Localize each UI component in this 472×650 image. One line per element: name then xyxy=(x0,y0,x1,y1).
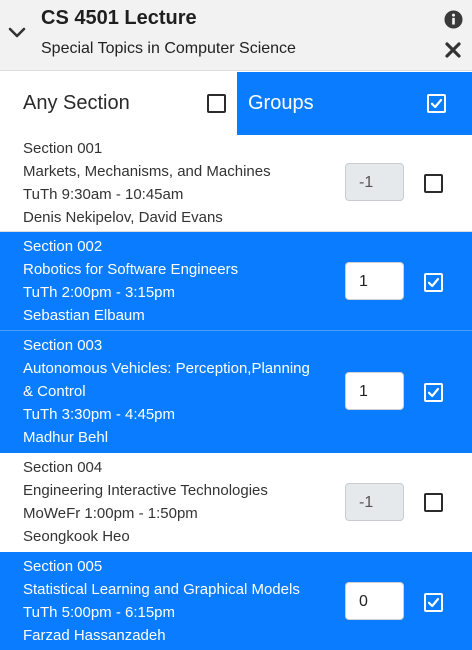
checkbox-unchecked-icon[interactable] xyxy=(424,493,443,512)
any-section-label: Any Section xyxy=(23,92,130,114)
row-divider xyxy=(0,330,472,331)
section-topic-line1: Autonomous Vehicles: Perception,Planning xyxy=(23,360,310,377)
course-header: CS 4501 Lecture Special Topics in Comput… xyxy=(0,0,472,71)
checkbox-checked-icon[interactable] xyxy=(424,593,443,612)
checkbox-checked-icon[interactable] xyxy=(424,273,443,292)
section-topic: Robotics for Software Engineers xyxy=(23,261,239,278)
info-icon[interactable] xyxy=(444,10,463,29)
section-instructors: Sebastian Elbaum xyxy=(23,307,145,324)
section-instructors: Madhur Behl xyxy=(23,429,109,446)
section-time: TuTh 9:30am - 10:45am xyxy=(23,186,184,203)
section-count-input[interactable]: 0 xyxy=(345,582,404,620)
section-time: MoWeFr 1:00pm - 1:50pm xyxy=(23,505,198,522)
checkbox-unchecked-icon[interactable] xyxy=(207,94,226,113)
section-topic: Engineering Interactive Technologies xyxy=(23,482,268,499)
section-topic: Markets, Mechanisms, and Machines xyxy=(23,163,271,180)
section-name: Section 004 xyxy=(23,459,103,476)
filter-row: Any Section Groups xyxy=(0,72,472,135)
section-name: Section 003 xyxy=(23,337,103,354)
groups-label: Groups xyxy=(248,92,314,114)
section-row-004[interactable]: Section 004 Engineering Interactive Tech… xyxy=(0,453,472,550)
checkbox-unchecked-icon[interactable] xyxy=(424,174,443,193)
section-row-001[interactable]: Section 001 Markets, Mechanisms, and Mac… xyxy=(0,135,472,231)
section-row-003[interactable]: Section 003 Autonomous Vehicles: Percept… xyxy=(0,330,472,453)
section-count-input[interactable]: 1 xyxy=(345,262,404,300)
chevron-down-icon[interactable] xyxy=(8,26,26,40)
any-section-toggle[interactable]: Any Section xyxy=(0,72,237,135)
section-time: TuTh 2:00pm - 3:15pm xyxy=(23,284,176,301)
section-topic: Statistical Learning and Graphical Model… xyxy=(23,581,300,598)
section-instructors: Seongkook Heo xyxy=(23,528,130,545)
course-subtitle: Special Topics in Computer Science xyxy=(41,40,296,57)
close-icon[interactable] xyxy=(445,42,461,58)
section-name: Section 002 xyxy=(23,238,103,255)
section-count-input[interactable]: -1 xyxy=(345,483,404,521)
section-count-input[interactable]: -1 xyxy=(345,163,404,201)
section-time: TuTh 3:30pm - 4:45pm xyxy=(23,406,176,423)
checkbox-checked-icon[interactable] xyxy=(424,383,443,402)
section-time: TuTh 5:00pm - 6:15pm xyxy=(23,604,176,621)
section-instructors: Farzad Hassanzadeh xyxy=(23,627,166,644)
section-row-002[interactable]: Section 002 Robotics for Software Engine… xyxy=(0,232,472,330)
section-name: Section 005 xyxy=(23,558,103,575)
section-instructors: Denis Nekipelov, David Evans xyxy=(23,209,223,226)
section-name: Section 001 xyxy=(23,140,103,157)
course-title: CS 4501 Lecture xyxy=(41,7,197,29)
section-count-input[interactable]: 1 xyxy=(345,372,404,410)
groups-toggle[interactable]: Groups xyxy=(237,72,472,135)
section-row-005[interactable]: Section 005 Statistical Learning and Gra… xyxy=(0,552,472,650)
section-topic-line2: & Control xyxy=(23,383,86,400)
checkbox-checked-icon[interactable] xyxy=(427,94,446,113)
